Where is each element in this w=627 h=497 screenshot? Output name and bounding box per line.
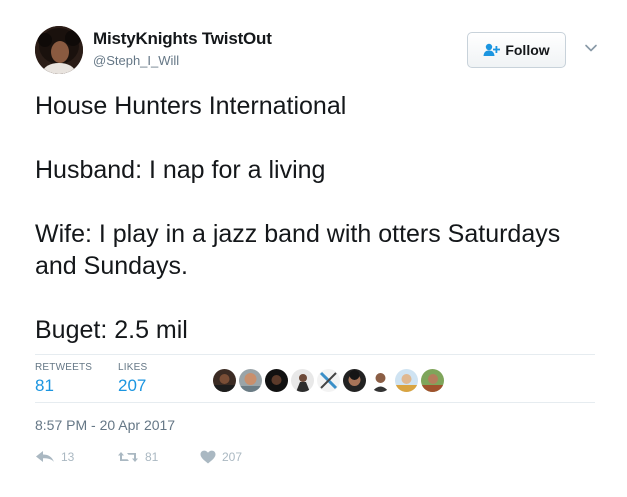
like-count: 207 <box>222 450 243 464</box>
retweets-count[interactable]: 81 <box>35 376 54 396</box>
liker-avatar[interactable] <box>369 369 392 392</box>
author-handle[interactable]: @Steph_I_Will <box>93 53 179 68</box>
likes-label[interactable]: LIKES <box>118 362 147 373</box>
liker-avatar[interactable] <box>343 369 366 392</box>
retweet-icon <box>117 450 139 464</box>
stats-bottom-divider <box>35 402 595 403</box>
liker-avatar[interactable] <box>265 369 288 392</box>
liker-avatar[interactable] <box>317 369 340 392</box>
stats-top-divider <box>35 354 595 355</box>
like-button[interactable]: 207 <box>200 450 242 464</box>
follow-button[interactable]: Follow <box>467 32 566 68</box>
heart-icon <box>200 450 216 464</box>
follow-user-plus-icon <box>483 43 501 57</box>
retweets-label[interactable]: RETWEETS <box>35 362 92 373</box>
tweet-text: House Hunters International Husband: I n… <box>35 92 561 344</box>
liker-avatar[interactable] <box>239 369 262 392</box>
author-avatar[interactable] <box>35 26 83 74</box>
reply-icon <box>35 450 55 464</box>
liker-avatar[interactable] <box>421 369 444 392</box>
chevron-down-icon[interactable] <box>583 40 599 56</box>
reply-count: 13 <box>61 450 75 464</box>
follow-button-label: Follow <box>505 42 550 58</box>
liker-avatar[interactable] <box>395 369 418 392</box>
likes-count[interactable]: 207 <box>118 376 146 396</box>
liker-avatar[interactable] <box>291 369 314 392</box>
retweet-button[interactable]: 81 <box>117 450 158 464</box>
reply-button[interactable]: 13 <box>35 450 74 464</box>
tweet-timestamp[interactable]: 8:57 PM - 20 Apr 2017 <box>35 417 175 433</box>
liker-avatars <box>213 369 444 392</box>
author-display-name[interactable]: MistyKnights TwistOut <box>93 29 272 49</box>
retweet-count: 81 <box>145 450 159 464</box>
liker-avatar[interactable] <box>213 369 236 392</box>
